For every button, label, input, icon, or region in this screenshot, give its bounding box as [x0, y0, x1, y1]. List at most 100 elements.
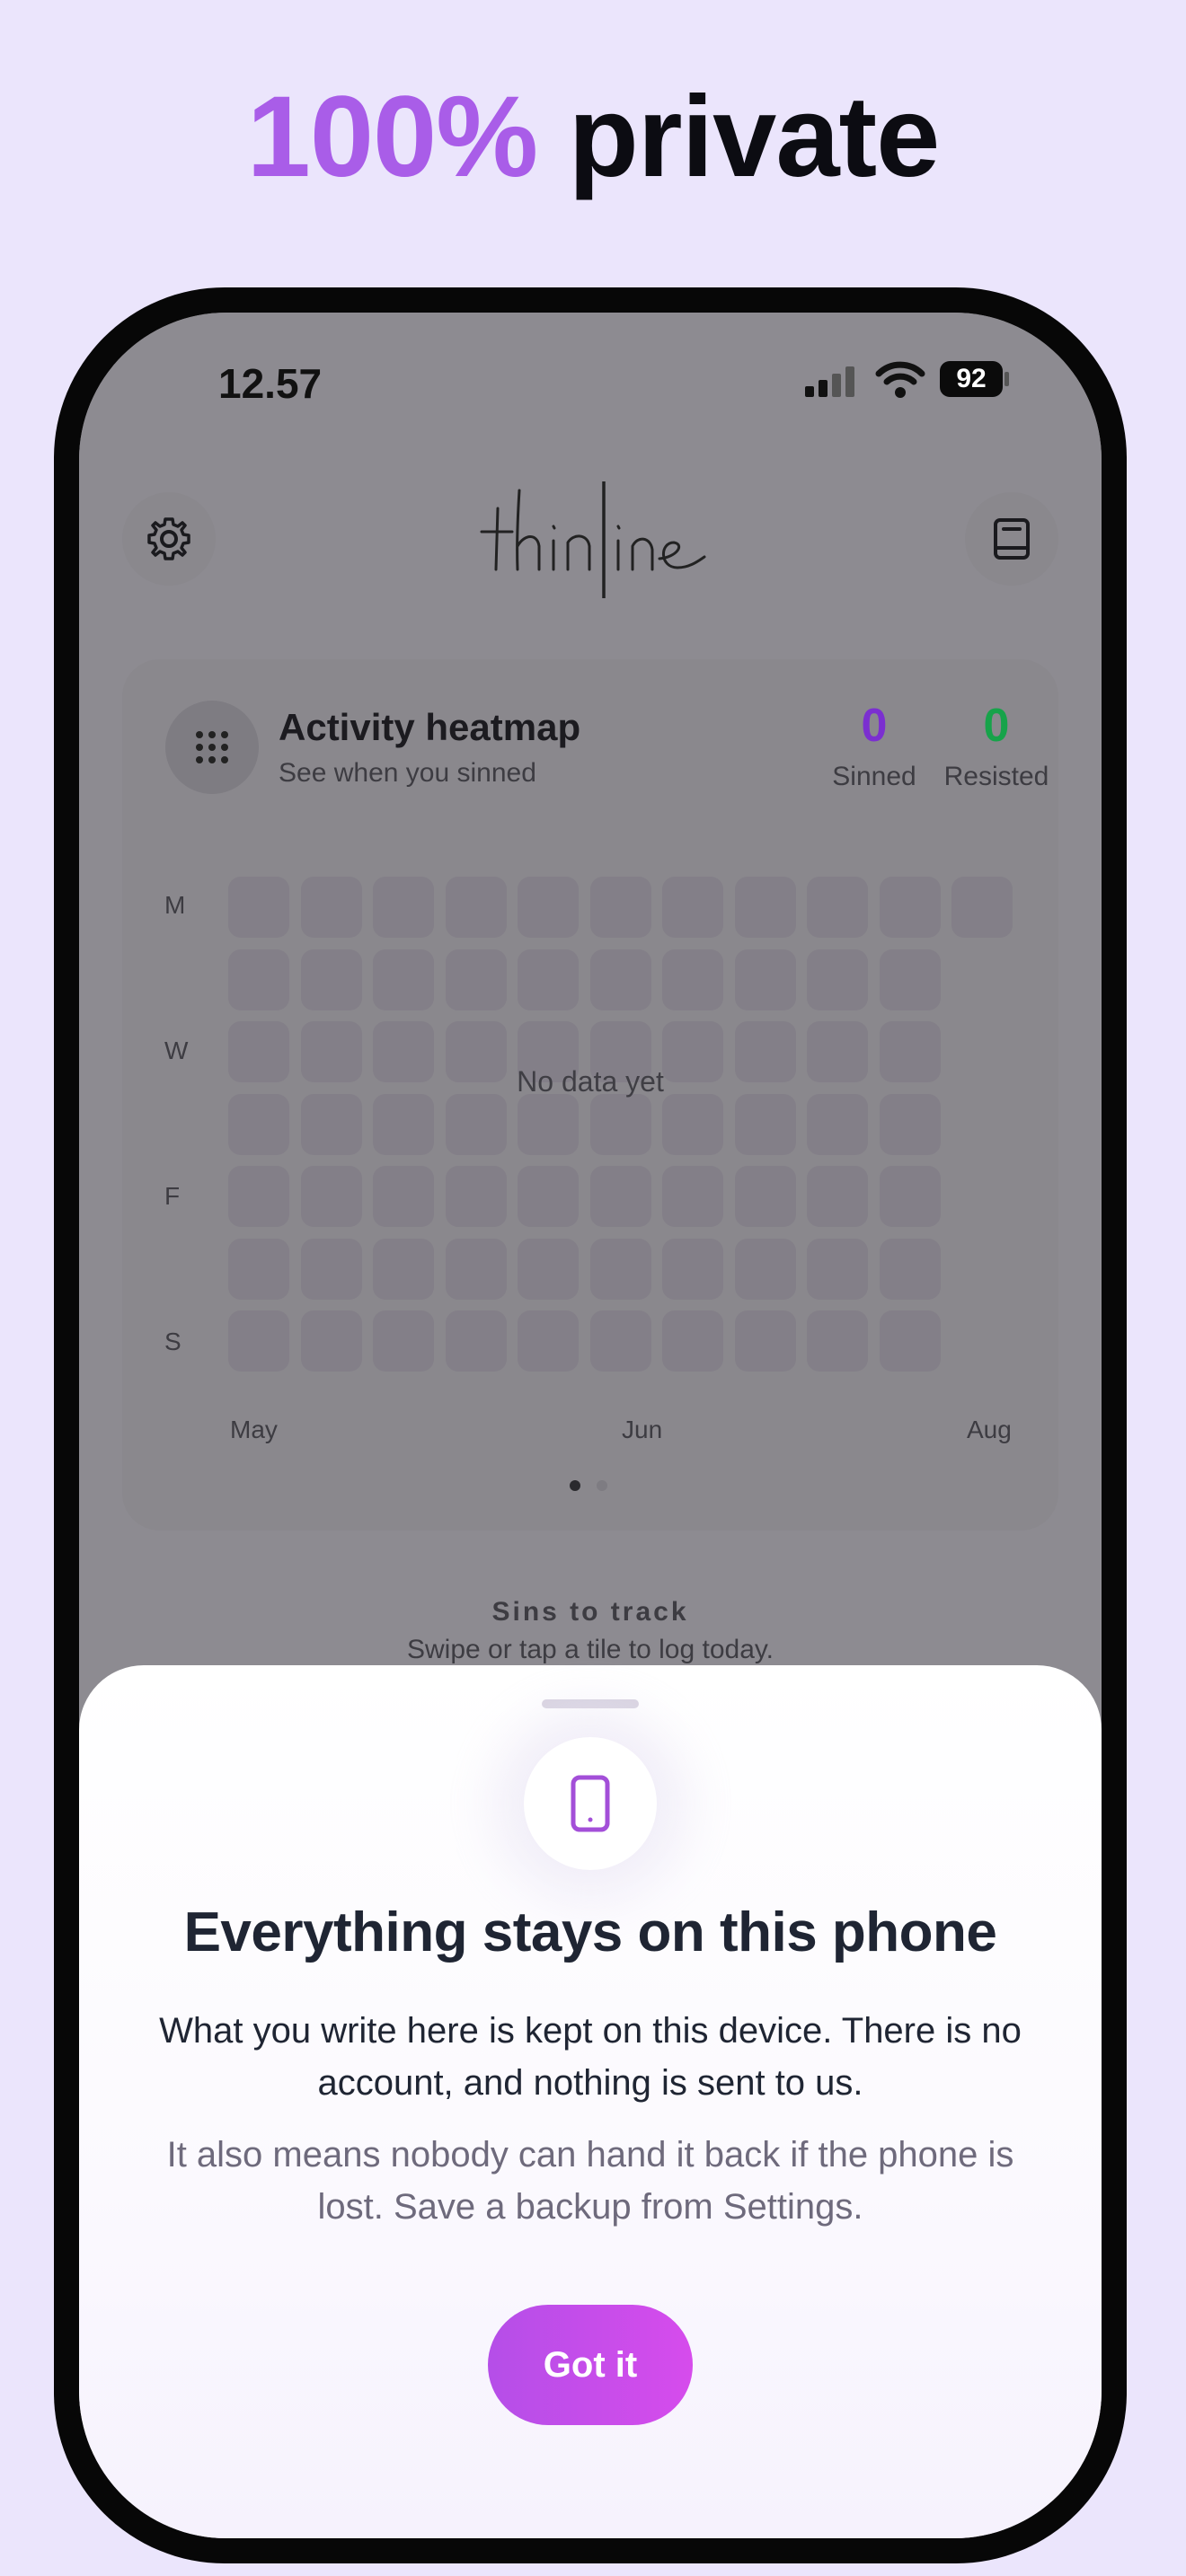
sins-section-title: Sins to track — [491, 1597, 689, 1627]
heatmap-cell — [880, 1239, 941, 1300]
heatmap-cell — [301, 1166, 362, 1227]
heatmap-cell — [301, 1310, 362, 1372]
heatmap-cell — [807, 1310, 868, 1372]
sinned-count: 0 — [861, 700, 888, 752]
gear-icon — [147, 517, 190, 560]
heatmap-cell — [228, 1166, 289, 1227]
battery-tip — [1005, 372, 1009, 386]
heatmap-subtitle: See when you sinned — [279, 758, 536, 788]
heatmap-cell — [880, 949, 941, 1010]
heatmap-cell — [735, 1239, 796, 1300]
heatmap-cell — [662, 949, 723, 1010]
heatmap-cell — [518, 1310, 579, 1372]
heatmap-cell — [518, 1166, 579, 1227]
heatmap-cell — [662, 1094, 723, 1155]
heatmap-cell — [735, 1094, 796, 1155]
heatmap-cell — [228, 949, 289, 1010]
heatmap-cell — [373, 949, 434, 1010]
heatmap-cell — [807, 877, 868, 938]
heatmap-cell — [735, 949, 796, 1010]
heatmap-empty-text: No data yet — [517, 1065, 664, 1098]
heatmap-cell — [518, 877, 579, 938]
heatmap-cell — [951, 877, 1013, 938]
heatmap-cell — [446, 877, 507, 938]
privacy-bottom-sheet: Everything stays on this phone What you … — [79, 1665, 1102, 2538]
heatmap-cell — [373, 877, 434, 938]
grid-dots-icon — [196, 731, 228, 763]
heatmap-cell — [807, 1166, 868, 1227]
heatmap-cell — [735, 877, 796, 938]
heatmap-cell — [880, 1094, 941, 1155]
heatmap-cell — [590, 1239, 651, 1300]
phone-icon — [571, 1775, 610, 1832]
heatmap-cell — [590, 1094, 651, 1155]
heatmap-cell — [518, 1239, 579, 1300]
heatmap-cell — [880, 877, 941, 938]
headline-rest: private — [568, 73, 941, 201]
heatmap-title: Activity heatmap — [279, 706, 581, 748]
promo-headline: 100% private — [0, 70, 1186, 205]
heatmap-cell — [228, 1310, 289, 1372]
heatmap-cell — [807, 1239, 868, 1300]
settings-button[interactable] — [122, 492, 216, 586]
heatmap-cell — [446, 949, 507, 1010]
day-label-wednesday: W — [164, 1037, 189, 1064]
journal-button[interactable] — [965, 492, 1058, 586]
heatmap-cell — [301, 877, 362, 938]
sheet-drag-handle[interactable] — [542, 1699, 639, 1708]
page-dot-active[interactable] — [570, 1480, 580, 1491]
month-label-may: May — [230, 1416, 278, 1443]
wifi-icon — [875, 361, 925, 398]
sheet-note-text: It also means nobody can hand it back if… — [166, 2135, 1014, 2227]
cellular-signal-icon — [805, 366, 854, 397]
heatmap-cell — [373, 1166, 434, 1227]
heatmap-cell — [228, 1239, 289, 1300]
heatmap-cell — [590, 1166, 651, 1227]
sheet-icon-circle — [524, 1737, 657, 1870]
heatmap-cell — [807, 1094, 868, 1155]
heatmap-cell — [880, 1310, 941, 1372]
heatmap-cell — [662, 1166, 723, 1227]
sheet-body-text: What you write here is kept on this devi… — [159, 2011, 1022, 2103]
heatmap-cell — [590, 1310, 651, 1372]
heatmap-cell — [735, 1166, 796, 1227]
month-label-aug: Aug — [967, 1416, 1012, 1443]
phone-screen: 12.57 92 Activity heatmap See when you s… — [79, 313, 1102, 2538]
heatmap-cell — [735, 1310, 796, 1372]
heatmap-cell — [518, 1094, 579, 1155]
thinline-logo — [480, 481, 706, 598]
heatmap-cell — [662, 877, 723, 938]
sins-section-subtitle: Swipe or tap a tile to log today. — [406, 1635, 774, 1664]
battery-indicator: 92 — [940, 361, 1003, 397]
heatmap-cell — [228, 1094, 289, 1155]
resisted-label: Resisted — [943, 762, 1049, 791]
got-it-button[interactable]: Got it — [488, 2305, 693, 2425]
heatmap-cell — [373, 1094, 434, 1155]
heatmap-cell — [518, 949, 579, 1010]
heatmap-cell — [301, 1239, 362, 1300]
day-label-monday: M — [164, 891, 186, 919]
month-label-jun: Jun — [622, 1416, 663, 1443]
heatmap-cell — [807, 949, 868, 1010]
heatmap-cell — [373, 1239, 434, 1300]
heatmap-card-icon — [165, 701, 259, 794]
heatmap-cell — [373, 1310, 434, 1372]
heatmap-cell — [446, 1239, 507, 1300]
status-time: 12.57 — [218, 360, 323, 407]
day-label-friday: F — [164, 1182, 181, 1210]
heatmap-cell — [662, 1239, 723, 1300]
heatmap-cell — [880, 1166, 941, 1227]
heatmap-cell — [590, 949, 651, 1010]
heatmap-cell — [446, 1094, 507, 1155]
heatmap-cell — [301, 949, 362, 1010]
page-dot-inactive[interactable] — [597, 1480, 607, 1491]
resisted-count: 0 — [983, 700, 1010, 752]
headline-accent: 100% — [246, 73, 538, 201]
heatmap-cell — [446, 1310, 507, 1372]
heatmap-cell — [301, 1094, 362, 1155]
heatmap-cell — [228, 877, 289, 938]
book-icon — [994, 518, 1030, 560]
heatmap-cell — [590, 877, 651, 938]
day-label-sunday: S — [164, 1328, 181, 1355]
heatmap-cell — [662, 1310, 723, 1372]
